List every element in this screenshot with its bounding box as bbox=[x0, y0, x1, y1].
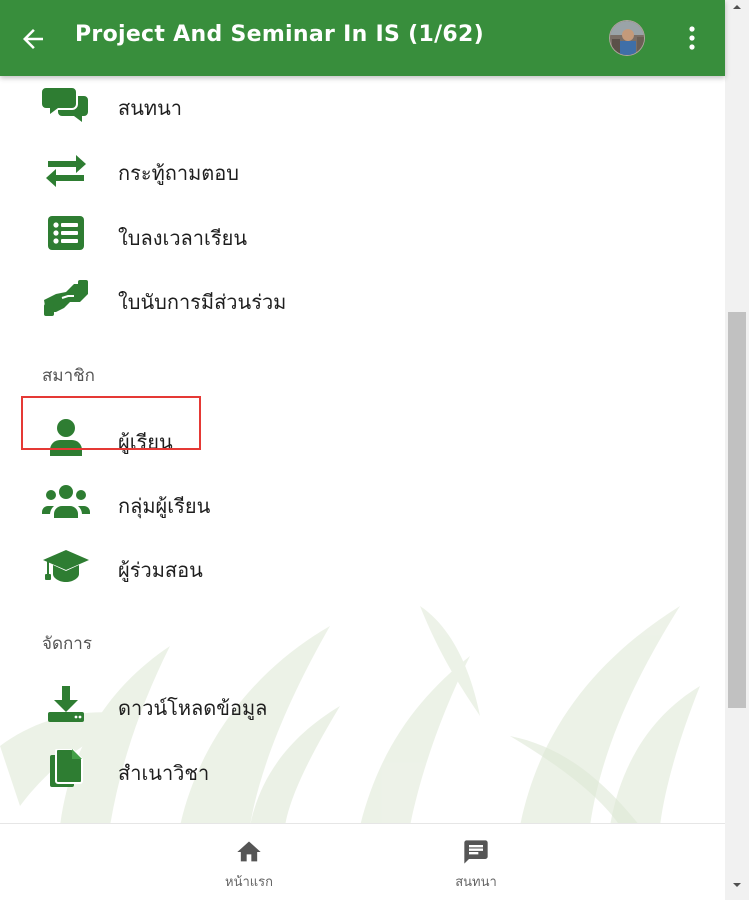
menu-item-label: สำเนาวิชา bbox=[118, 761, 210, 785]
menu-item-participation[interactable]: ใบนับการมีส่วนร่วม bbox=[0, 266, 725, 330]
arrow-left-icon[interactable] bbox=[18, 24, 48, 54]
page-title: Project And Seminar In IS (1/62) bbox=[75, 22, 484, 47]
nav-item-home[interactable]: หน้าแรก bbox=[189, 824, 309, 900]
menu-item-download-data[interactable]: ดาวน์โหลดข้อมูล bbox=[0, 672, 725, 736]
scroll-thumb[interactable] bbox=[728, 312, 746, 708]
chat-icon bbox=[464, 840, 488, 864]
nav-label: หน้าแรก bbox=[225, 875, 273, 890]
menu-item-co-teachers[interactable]: ผู้ร่วมสอน bbox=[0, 534, 725, 598]
scrollbar[interactable] bbox=[725, 0, 749, 900]
menu-item-label: ใบนับการมีส่วนร่วม bbox=[118, 290, 287, 314]
menu-item-copy-course[interactable]: สำเนาวิชา bbox=[0, 737, 725, 801]
scroll-up-icon[interactable] bbox=[732, 2, 742, 12]
menu-item-students[interactable]: ผู้เรียน bbox=[0, 406, 725, 470]
list-icon bbox=[48, 216, 84, 250]
download-icon bbox=[48, 686, 84, 722]
home-icon bbox=[237, 841, 261, 862]
menu-item-student-groups[interactable]: กลุ่มผู้เรียน bbox=[0, 470, 725, 534]
menu-item-label: ดาวน์โหลดข้อมูล bbox=[118, 696, 268, 720]
scroll-down-icon[interactable] bbox=[732, 880, 742, 890]
section-header-manage: จัดการ bbox=[42, 634, 92, 654]
section-header-members: สมาชิก bbox=[42, 366, 95, 386]
graduation-cap-icon bbox=[43, 550, 89, 582]
swap-arrows-icon bbox=[46, 155, 86, 187]
avatar-photo bbox=[610, 21, 644, 55]
menu-item-label: สนทนา bbox=[118, 96, 182, 120]
person-icon bbox=[50, 419, 82, 456]
menu-item-label: กระทู้ถามตอบ bbox=[118, 161, 239, 185]
app-bar: Project And Seminar In IS (1/62) bbox=[0, 0, 725, 76]
nav-label: สนทนา bbox=[455, 875, 497, 890]
bottom-nav: หน้าแรก สนทนา bbox=[0, 823, 725, 900]
menu-item-attendance[interactable]: ใบลงเวลาเรียน bbox=[0, 202, 725, 266]
chat-bubbles-icon bbox=[42, 88, 88, 122]
handshake-icon bbox=[44, 280, 88, 316]
menu-item-label: ใบลงเวลาเรียน bbox=[118, 226, 248, 250]
group-icon bbox=[42, 485, 90, 518]
menu-item-label: กลุ่มผู้เรียน bbox=[118, 494, 211, 518]
menu-item-label: ผู้เรียน bbox=[118, 430, 173, 454]
menu-item-qa[interactable]: กระทู้ถามตอบ bbox=[0, 137, 725, 201]
menu-item-chat[interactable]: สนทนา bbox=[0, 76, 725, 136]
nav-item-chat[interactable]: สนทนา bbox=[416, 824, 536, 900]
menu-panel: สนทนา กระทู้ถามตอบ ใบลงเวลาเรียน ใบนับกา… bbox=[0, 76, 725, 823]
copy-icon bbox=[50, 749, 83, 787]
more-vertical-icon[interactable] bbox=[680, 24, 704, 52]
avatar[interactable] bbox=[609, 20, 645, 56]
menu-item-label: ผู้ร่วมสอน bbox=[118, 558, 203, 582]
